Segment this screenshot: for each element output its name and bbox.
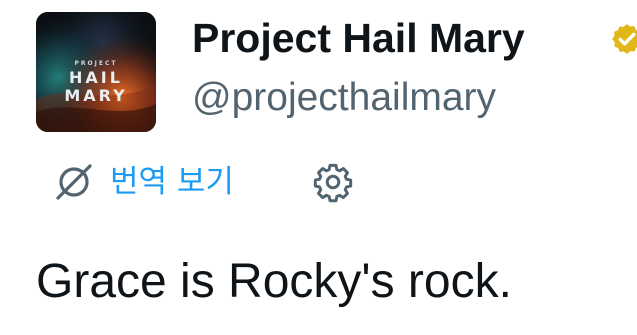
avatar-logo-project: PROJECT [74, 60, 118, 67]
gear-icon[interactable] [312, 161, 354, 203]
translate-button[interactable]: 번역 보기 [52, 160, 234, 204]
avatar-logo-mary: MARY [64, 86, 128, 105]
profile-avatar[interactable]: PROJECT HAIL MARY [36, 12, 156, 132]
display-name[interactable]: Project Hail Mary [192, 14, 525, 62]
tweet-text: Grace is Rocky's rock. [36, 255, 512, 308]
translate-label: 번역 보기 [110, 164, 234, 200]
avatar-logo-hail: HAIL [69, 68, 123, 87]
account-handle[interactable]: @projecthailmary [192, 74, 496, 122]
verified-badge-icon[interactable] [610, 22, 637, 56]
translate-row: 번역 보기 [52, 156, 234, 208]
translate-globe-icon [56, 164, 92, 200]
